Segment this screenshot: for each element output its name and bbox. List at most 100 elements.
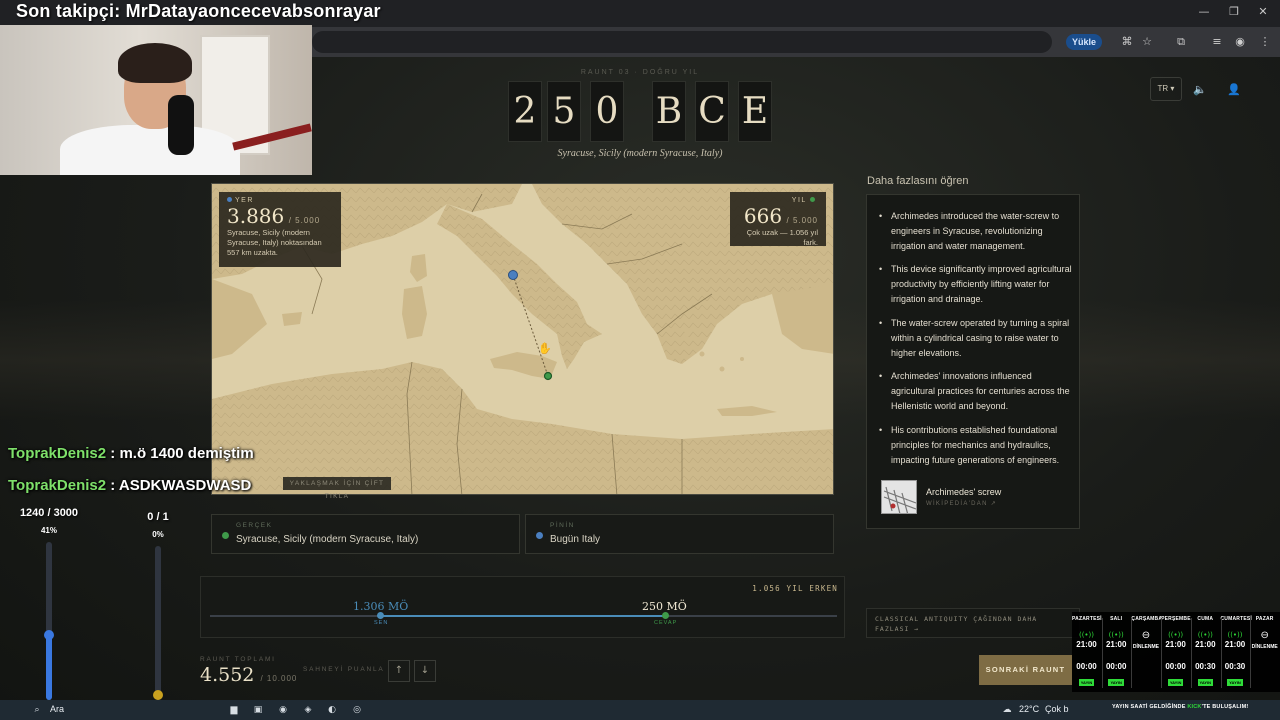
- close-icon[interactable]: ✕: [1246, 5, 1280, 18]
- upvote-button[interactable]: ↑: [388, 660, 410, 682]
- search-icon[interactable]: ⌕: [30, 703, 44, 717]
- place-score-desc: Syracuse, Sicily (modern Syracuse, Italy…: [227, 228, 322, 257]
- taskbar-search[interactable]: Ara: [50, 704, 64, 714]
- era-more-link[interactable]: CLASSICAL ANTIQUITY ÇAĞINDAN DAHA FAZLAS…: [866, 608, 1080, 638]
- extensions-icon[interactable]: ⧉: [1173, 34, 1189, 50]
- schedule-separator: [1101, 618, 1103, 688]
- schedule-day-name: PAZAR: [1255, 616, 1274, 622]
- schedule-start-time: 21:00: [1076, 640, 1097, 649]
- follow-goal-meter: [153, 546, 163, 700]
- actual-label: GERÇEK: [236, 522, 273, 529]
- sub-goal-knob: [44, 630, 54, 640]
- learn-more-title: Daha fazlasını öğren: [867, 175, 969, 187]
- store-icon[interactable]: ▣: [251, 703, 265, 717]
- chat-message: ToprakDenis2 : m.ö 1400 demiştim: [8, 445, 254, 462]
- language-select[interactable]: TR ▾: [1150, 77, 1182, 101]
- schedule-end-time: 00:00: [1105, 662, 1127, 671]
- webcam-overlay: [0, 25, 312, 175]
- sub-goal-percent: 41%: [40, 526, 57, 535]
- timeline-range: [381, 615, 666, 617]
- schedule-day-name: ÇARŞAMBA: [1131, 616, 1163, 622]
- rest-icon: ⊖: [1141, 630, 1151, 641]
- weather-desc[interactable]: Çok b: [1045, 704, 1069, 714]
- follow-goal-percent: 0%: [152, 530, 164, 539]
- year-tile: 5: [547, 81, 581, 142]
- year-score: 666: [743, 204, 783, 228]
- bookmark-star-icon[interactable]: ☆: [1139, 34, 1155, 50]
- chat-message: ToprakDenis2 : ASDKWASDWASD: [8, 477, 252, 494]
- obs-icon[interactable]: ◎: [350, 703, 364, 717]
- guess-pin: [508, 270, 518, 280]
- install-app-button[interactable]: Yükle: [1066, 34, 1103, 50]
- schedule-day: PAZARTESİ ((•)) 21:00 00:00 YAYIN: [1072, 616, 1102, 689]
- schedule-day: CUMA ((•)) 21:00 00:30 YAYIN: [1191, 616, 1220, 689]
- wiki-thumbnail[interactable]: [881, 480, 917, 514]
- schedule-day-name: CUMA: [1197, 616, 1214, 622]
- wiki-link-title[interactable]: Archimedes' screw: [926, 487, 1001, 497]
- year-tile: 2: [508, 81, 542, 142]
- guess-answer-box: PİNİN Bugün Italy: [525, 514, 834, 554]
- fact-item: Archimedes introduced the water-screw to…: [879, 209, 1073, 254]
- map[interactable]: ✋ YER 3.886 / 5.000 Syracuse, Sicily (mo…: [211, 183, 834, 495]
- address-bar[interactable]: [312, 31, 1052, 53]
- sub-goal-count: 1240 / 3000: [19, 507, 79, 519]
- schedule-day-name: CUMARTESİ: [1220, 616, 1253, 622]
- translate-icon[interactable]: ⌘: [1119, 34, 1135, 50]
- year-timeline: 1.056 YIL ERKEN 1.306 MÖ SEN 250 MÖ CEVA…: [200, 576, 845, 638]
- schedule-end-time: 00:30: [1195, 662, 1216, 671]
- fact-item: The water-screw operated by turning a sp…: [879, 316, 1073, 361]
- steam-icon[interactable]: ◐: [325, 703, 339, 717]
- year-tile: C: [695, 81, 729, 142]
- file-explorer-icon[interactable]: ▆: [227, 703, 241, 717]
- year-tile: E: [738, 81, 772, 142]
- schedule-start-time: 21:00: [1165, 640, 1186, 649]
- year-score-card: YIL 666 / 5.000 Çok uzak — 1.056 yıl far…: [730, 192, 826, 247]
- chrome-icon[interactable]: ◉: [276, 703, 290, 717]
- live-signal-icon: ((•)): [1078, 631, 1095, 639]
- weather-temp[interactable]: 22°C: [1019, 704, 1039, 714]
- latest-follower: Son takipçi: MrDatayaoncecevabsonrayar: [16, 1, 381, 21]
- fact-item: Archimedes' innovations influenced agric…: [879, 369, 1073, 414]
- actual-dot-icon: [222, 532, 229, 539]
- minimize-icon[interactable]: —: [1187, 5, 1221, 18]
- account-icon[interactable]: 👤: [1226, 82, 1242, 98]
- schedule-separator: [1250, 618, 1252, 688]
- sub-goal-fill: [46, 635, 52, 700]
- schedule-day-name: SALI: [1110, 616, 1123, 622]
- schedule-end-time: 00:30: [1224, 662, 1246, 671]
- schedule-end-time: 00:00: [1076, 662, 1097, 671]
- next-round-button[interactable]: SONRAKİ RAUNT: [979, 655, 1072, 685]
- fact-item: This device significantly improved agric…: [879, 262, 1073, 307]
- schedule-separator: [1190, 618, 1192, 688]
- menu-icon[interactable]: ⋮: [1257, 34, 1273, 50]
- sound-icon[interactable]: 🔈: [1192, 82, 1208, 98]
- stream-schedule: PAZARTESİ ((•)) 21:00 00:00 YAYIN SALI ((•)) 21…: [1072, 612, 1280, 692]
- profile-icon[interactable]: ◉: [1232, 34, 1248, 50]
- wiki-source[interactable]: WİKİPEDİA'DAN ↗: [926, 500, 997, 507]
- sub-goal-meter: [44, 542, 54, 700]
- media-control-icon[interactable]: ≡: [1209, 34, 1225, 50]
- map-island: [282, 312, 302, 326]
- follow-goal-count: 0 / 1: [147, 511, 169, 523]
- follow-goal-knob: [153, 690, 163, 700]
- schedule-day: SALI ((•)) 21:00 00:00 YAYIN: [1102, 616, 1131, 689]
- schedule-separator: [1161, 618, 1163, 688]
- year-dot-icon: [810, 197, 815, 203]
- place-score-card: YER 3.886 / 5.000 Syracuse, Sicily (mode…: [219, 192, 341, 267]
- round-total: 4.552 / 10.000: [200, 664, 298, 686]
- year-score-label: YIL: [738, 197, 818, 204]
- schedule-day: CUMARTESİ ((•)) 21:00 00:30 YAYIN: [1220, 616, 1253, 689]
- schedule-start-time: 21:00: [1195, 640, 1216, 649]
- schedule-separator: [1220, 618, 1222, 688]
- place-score: 3.886: [227, 204, 285, 228]
- schedule-start-time: 21:00: [1105, 640, 1127, 649]
- downvote-button[interactable]: ↓: [414, 660, 436, 682]
- answer-pin: [543, 371, 553, 381]
- year-score-max: / 5.000: [786, 216, 818, 225]
- map-island: [719, 366, 725, 372]
- round-total-label: RAUNT TOPLAMI: [200, 656, 276, 663]
- timeline-diff: 1.056 YIL ERKEN: [752, 584, 838, 593]
- weather-icon[interactable]: ☁: [1000, 703, 1014, 717]
- schedule-day: PAZAR ⊖ DİNLENME: [1250, 616, 1279, 650]
- app-icon[interactable]: ◈: [301, 703, 315, 717]
